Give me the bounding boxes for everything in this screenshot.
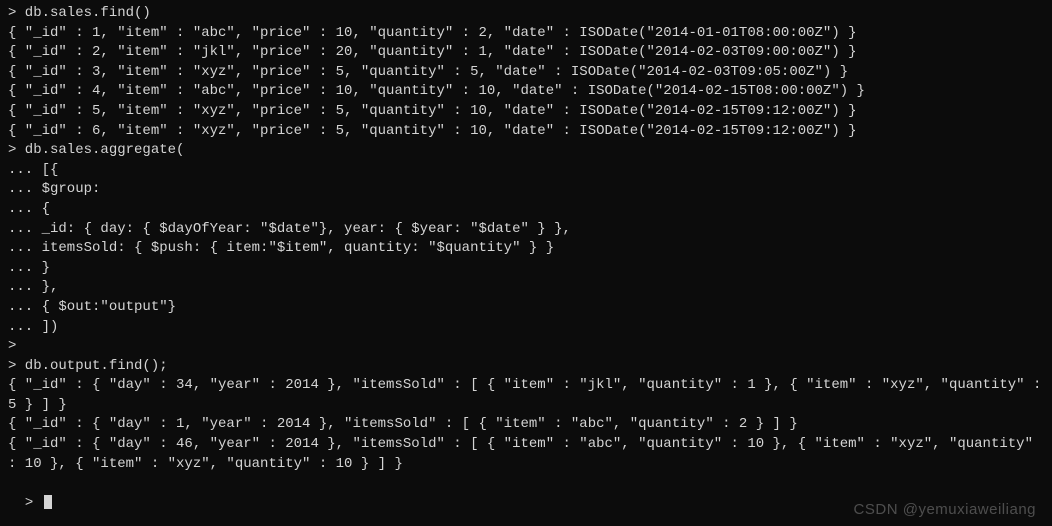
terminal-line: { "_id" : 2, "item" : "jkl", "price" : 2…	[8, 43, 1044, 63]
cursor-icon	[44, 495, 52, 509]
watermark-text: CSDN @yemuxiaweiliang	[854, 499, 1036, 520]
terminal-line: { "_id" : 1, "item" : "abc", "price" : 1…	[8, 24, 1044, 44]
terminal-line: ... _id: { day: { $dayOfYear: "$date"}, …	[8, 220, 1044, 240]
terminal-line: { "_id" : { "day" : 1, "year" : 2014 }, …	[8, 415, 1044, 435]
terminal-line: ... },	[8, 278, 1044, 298]
terminal-line: > db.output.find();	[8, 357, 1044, 377]
prompt-text: >	[25, 495, 42, 511]
terminal-line: { "_id" : { "day" : 46, "year" : 2014 },…	[8, 435, 1044, 474]
terminal-line: ... { $out:"output"}	[8, 298, 1044, 318]
terminal-line: ... }	[8, 259, 1044, 279]
terminal-line: ... [{	[8, 161, 1044, 181]
terminal-line: { "_id" : { "day" : 34, "year" : 2014 },…	[8, 376, 1044, 415]
terminal-line: ... {	[8, 200, 1044, 220]
terminal-line: { "_id" : 4, "item" : "abc", "price" : 1…	[8, 82, 1044, 102]
terminal-line: > db.sales.aggregate(	[8, 141, 1044, 161]
terminal-output[interactable]: > db.sales.find(){ "_id" : 1, "item" : "…	[8, 4, 1044, 474]
terminal-line: { "_id" : 6, "item" : "xyz", "price" : 5…	[8, 122, 1044, 142]
terminal-line: { "_id" : 5, "item" : "xyz", "price" : 5…	[8, 102, 1044, 122]
terminal-line: ... ])	[8, 318, 1044, 338]
terminal-line: ... itemsSold: { $push: { item:"$item", …	[8, 239, 1044, 259]
terminal-line: >	[8, 337, 1044, 357]
terminal-line: { "_id" : 3, "item" : "xyz", "price" : 5…	[8, 63, 1044, 83]
terminal-line: ... $group:	[8, 180, 1044, 200]
terminal-line: > db.sales.find()	[8, 4, 1044, 24]
